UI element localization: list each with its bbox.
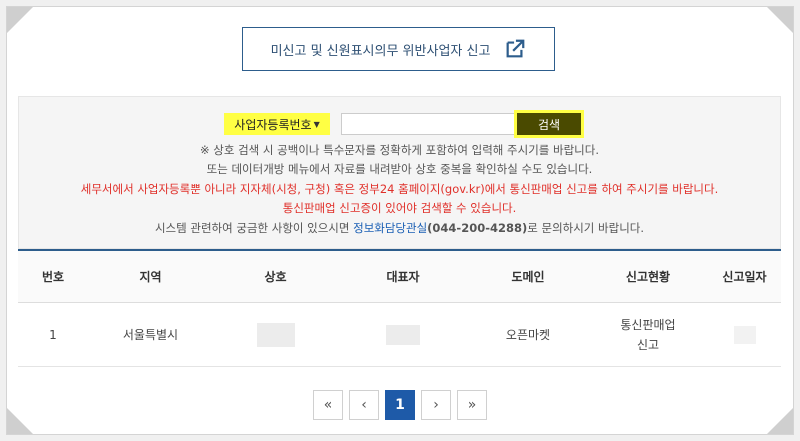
corner-decoration: [7, 7, 33, 33]
external-link-icon: [506, 39, 525, 58]
header-company: 상호: [264, 270, 287, 284]
search-notice-2: 또는 데이터개방 메뉴에서 자료를 내려받아 상호 중복을 확인하실 수도 있습…: [206, 162, 593, 176]
search-panel: 사업자등록번호 ▼ 검색 ※ 상호 검색 시 공백이나 특수문자를 정확하게 포…: [18, 96, 781, 249]
report-button-label: 미신고 및 신원표시의무 위반사업자 신고: [270, 43, 491, 59]
redacted-date: [733, 325, 756, 344]
row-status-line1: 통신판매업: [620, 317, 676, 332]
row-date: [708, 325, 781, 344]
search-button[interactable]: 검색: [517, 113, 581, 135]
next-page-button[interactable]: ›: [421, 390, 451, 420]
search-notice-1: ※ 상호 검색 시 공백이나 특수문자를 정확하게 포함하여 입력해 주시기를 …: [200, 143, 599, 157]
contact-notice: 시스템 관련하여 궁금한 사항이 있으시면 정보화담당관실(044-200-42…: [19, 220, 780, 236]
header-domain: 도메인: [511, 270, 545, 284]
contact-phone: (044-200-4288): [427, 221, 528, 235]
contact-link[interactable]: 정보화담당관실: [353, 221, 427, 235]
row-representative: [338, 324, 468, 345]
registration-warning-1: 세무서에서 사업자등록뿐 아니라 지자체(시청, 구청) 혹은 정부24 홈페이…: [80, 182, 719, 196]
redacted-representative: [386, 324, 420, 345]
chevron-down-icon: ▼: [313, 119, 320, 129]
corner-decoration: [767, 7, 793, 33]
header-region: 지역: [139, 270, 162, 284]
report-violation-button[interactable]: 미신고 및 신원표시의무 위반사업자 신고: [242, 27, 555, 71]
results-table: 번호 지역 상호 대표자 도메인 신고현황 신고일자 1 서울특별시 오픈마켓 …: [18, 249, 781, 367]
row-domain: 오픈마켓: [505, 328, 551, 342]
last-page-button[interactable]: »: [457, 390, 487, 420]
header-representative: 대표자: [386, 270, 420, 284]
header-number: 번호: [41, 270, 65, 284]
search-type-value: 사업자등록번호: [234, 117, 312, 132]
contact-suffix: 로 문의하시기 바랍니다.: [527, 221, 645, 235]
redacted-company-name: [256, 322, 295, 347]
search-type-select[interactable]: 사업자등록번호 ▼: [224, 113, 330, 135]
table-row[interactable]: 1 서울특별시 오픈마켓 통신판매업 신고: [18, 303, 781, 367]
prev-page-button[interactable]: ‹: [349, 390, 379, 420]
first-page-button[interactable]: «: [313, 390, 343, 420]
search-row: 사업자등록번호 ▼ 검색: [19, 113, 780, 135]
content-frame: 미신고 및 신원표시의무 위반사업자 신고 사업자등록번호 ▼ 검색 ※ 상호 …: [6, 6, 794, 435]
pagination: « ‹ 1 › »: [7, 390, 793, 420]
contact-prefix: 시스템 관련하여 궁금한 사항이 있으시면: [154, 221, 354, 235]
registration-warning-2: 통신판매업 신고증이 있어야 검색할 수 있습니다.: [282, 201, 517, 215]
row-company[interactable]: [213, 322, 338, 347]
table-header: 번호 지역 상호 대표자 도메인 신고현황 신고일자: [18, 251, 781, 303]
row-number: 1: [49, 327, 57, 342]
header-date: 신고일자: [722, 270, 767, 284]
page-1-button[interactable]: 1: [385, 390, 415, 420]
header-status: 신고현황: [625, 270, 671, 284]
row-status: 통신판매업 신고: [588, 315, 708, 355]
search-input[interactable]: [341, 113, 518, 135]
row-status-line2: 신고: [636, 337, 660, 352]
row-region: 서울특별시: [122, 328, 179, 342]
